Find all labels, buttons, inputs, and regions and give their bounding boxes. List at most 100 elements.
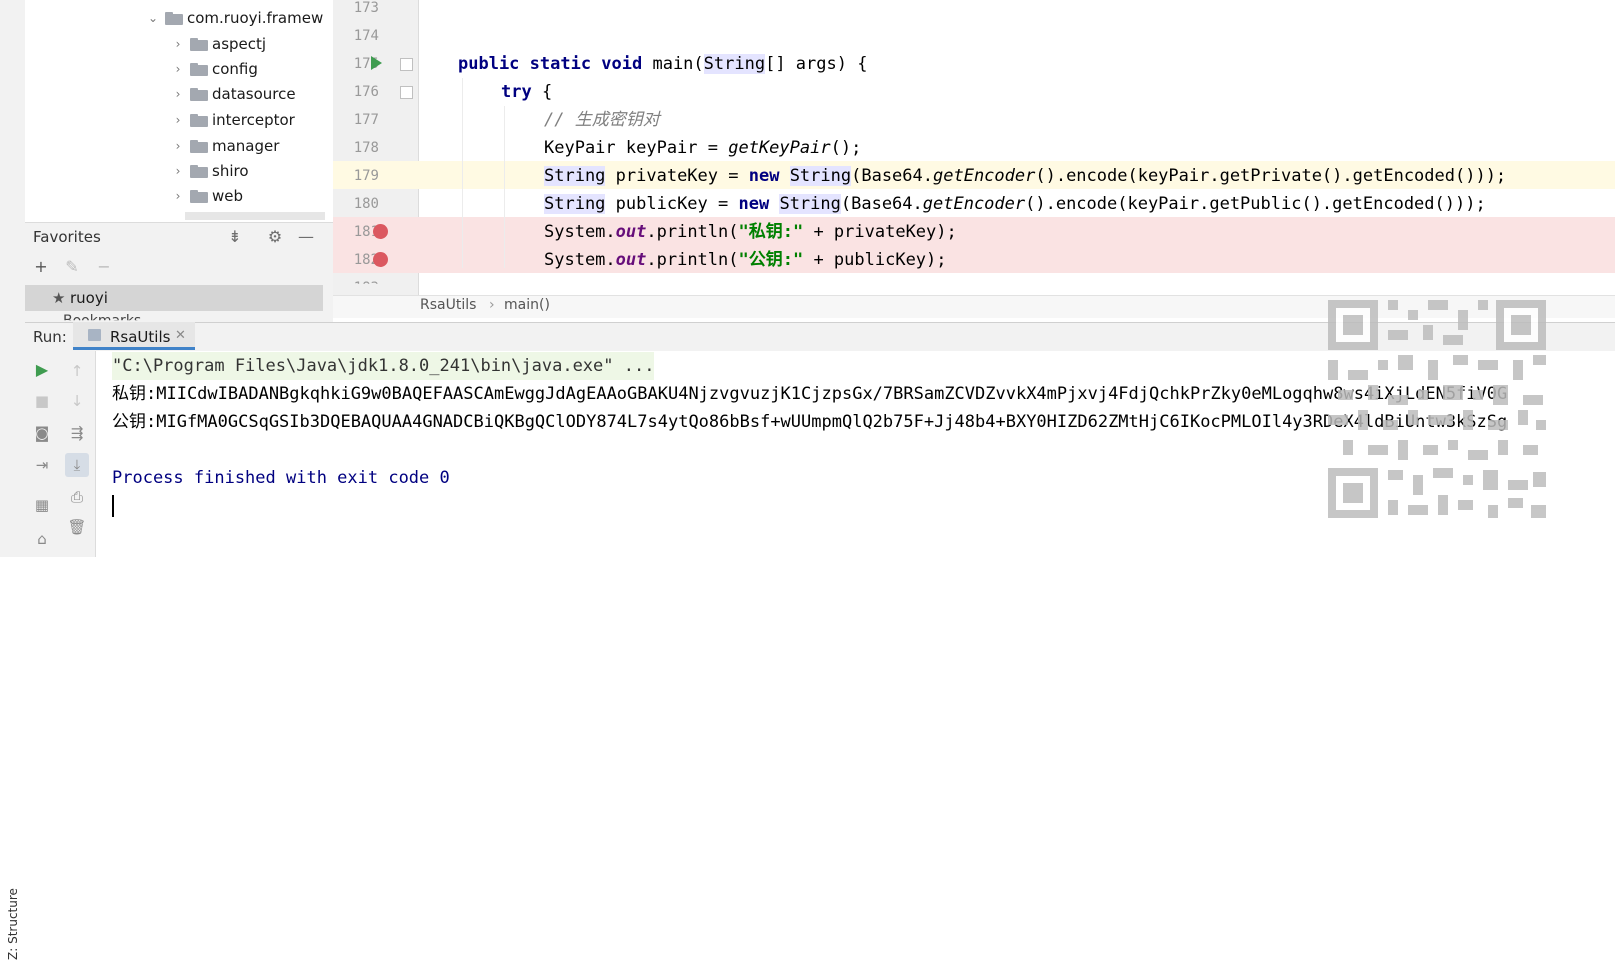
code-token: .println( [646, 222, 739, 242]
code-line-181: System.out.println("私钥:" + privateKey); [544, 218, 957, 246]
tree-item-label: com.ruoyi.framew [187, 9, 324, 27]
tree-item-interceptor[interactable]: › interceptor [170, 108, 295, 132]
code-token: System. [544, 222, 616, 242]
folder-icon [190, 87, 208, 101]
remove-icon[interactable]: − [93, 255, 115, 277]
code-token: out [615, 222, 647, 242]
console-icon [88, 329, 101, 341]
chevron-right-icon[interactable]: › [170, 138, 186, 154]
tree-item-config[interactable]: › config [170, 57, 258, 81]
stop-icon[interactable]: ■ [30, 389, 54, 413]
console-private-key: 私钥:MIICdwIBADANBgkqhkiG9w0BAQEFAASCAmEwg… [112, 384, 1508, 404]
tree-item-label: manager [212, 137, 280, 155]
edit-icon[interactable]: ✎ [61, 255, 83, 277]
code-token: try [501, 82, 532, 102]
camera-icon[interactable]: ◙ [30, 421, 54, 445]
breadcrumb-class[interactable]: RsaUtils [420, 297, 476, 313]
run-arrow-icon[interactable] [371, 56, 382, 70]
tree-item-package[interactable]: ⌄ com.ruoyi.framew [145, 6, 323, 30]
chevron-right-icon[interactable]: › [170, 163, 186, 179]
breadcrumb-method[interactable]: main() [504, 297, 550, 313]
code-token: KeyPair keyPair = [544, 138, 729, 158]
structure-tool-tab[interactable]: Z: Structure [0, 440, 25, 960]
layout-icon[interactable]: ▦ [30, 493, 54, 517]
code-token: getKeyPair [728, 138, 831, 158]
run-window-label: Run: [33, 328, 67, 346]
code-line-182: System.out.println("公钥:" + publicKey); [544, 246, 947, 274]
soft-wrap-icon[interactable]: ⇶ [65, 421, 89, 445]
qr-code-watermark [1328, 300, 1546, 518]
favorites-title: Favorites [33, 228, 101, 246]
text-caret [112, 495, 114, 517]
line-number: 180 [353, 196, 379, 212]
arrow-up-icon[interactable]: ↑ [65, 359, 89, 383]
code-token: new [738, 194, 770, 214]
code-token: ().encode(keyPair.getPrivate().getEncode… [1035, 166, 1507, 186]
arrow-down-icon[interactable]: ↓ [65, 389, 89, 413]
code-token: ().encode(keyPair.getPublic().getEncoded… [1025, 194, 1486, 214]
line-number: 173 [353, 0, 379, 16]
code-token: out [615, 250, 647, 270]
print-icon[interactable]: ⎙ [65, 485, 89, 509]
tree-item-web[interactable]: › web [170, 184, 243, 208]
restore-layout-icon[interactable]: ⇥ [30, 453, 54, 477]
run-toolbar-primary: ▶ ■ ◙ ⇥ ▦ ⌂ [25, 351, 61, 557]
tree-item-label: interceptor [212, 111, 295, 129]
folder-icon [190, 62, 208, 76]
folder-icon [190, 189, 208, 203]
fold-marker-icon[interactable] [400, 58, 413, 71]
breakpoint-icon[interactable] [373, 252, 388, 267]
tree-item-label: web [212, 187, 244, 205]
tree-item-shiro[interactable]: › shiro [170, 159, 249, 183]
tree-item-datasource[interactable]: › datasource [170, 82, 296, 106]
line-number: 178 [353, 140, 379, 156]
chevron-right-icon[interactable]: › [170, 36, 186, 52]
folder-icon [190, 164, 208, 178]
code-token: System. [544, 250, 616, 270]
scroll-to-end-icon[interactable]: ⤓ [65, 453, 89, 477]
tree-item-aspectj[interactable]: › aspectj [170, 32, 266, 56]
code-token: + privateKey); [803, 222, 957, 242]
indent-guide [462, 78, 463, 268]
code-line-178: KeyPair keyPair = getKeyPair(); [544, 134, 861, 162]
folder-icon [190, 139, 208, 153]
chevron-right-icon[interactable]: › [170, 86, 186, 102]
tree-item-label: datasource [212, 85, 296, 103]
pin-icon[interactable]: ⌂ [30, 527, 54, 551]
fold-marker-icon[interactable] [400, 86, 413, 99]
project-tree: ⌄ com.ruoyi.framew › aspectj › config › … [25, 0, 333, 222]
code-token: String [544, 166, 606, 186]
code-string: "公钥:" [738, 250, 804, 270]
line-number: 177 [353, 112, 379, 128]
rerun-icon[interactable]: ▶ [30, 357, 54, 381]
star-icon: ★ [52, 289, 66, 307]
add-icon[interactable]: + [30, 255, 52, 277]
code-token: new [748, 166, 780, 186]
code-token: (Base64. [840, 194, 923, 214]
collapse-all-icon[interactable]: ⇟ [224, 225, 246, 247]
code-token: publicKey = [605, 194, 739, 214]
chevron-right-icon[interactable]: › [170, 188, 186, 204]
chevron-right-icon[interactable]: › [170, 61, 186, 77]
code-token: String [703, 54, 766, 74]
chevron-right-icon[interactable]: › [170, 112, 186, 128]
close-icon[interactable]: ✕ [175, 328, 186, 343]
trash-icon[interactable]: 🗑 [65, 515, 89, 539]
gear-icon[interactable]: ⚙ [264, 225, 286, 247]
folder-icon [190, 113, 208, 127]
tree-item-label: config [212, 60, 258, 78]
code-token: String [544, 194, 606, 214]
tree-item-label: aspectj [212, 35, 267, 53]
package-folder-icon [165, 11, 183, 25]
minimize-icon[interactable]: — [295, 225, 317, 247]
code-token: main( [642, 54, 704, 74]
code-line-179: String privateKey = new String(Base64.ge… [544, 162, 1506, 190]
console-exit-message: Process finished with exit code 0 [112, 468, 450, 488]
tree-horizontal-scrollbar[interactable] [185, 212, 325, 220]
tree-item-manager[interactable]: › manager [170, 134, 280, 158]
chevron-down-icon[interactable]: ⌄ [145, 10, 161, 26]
breakpoint-icon[interactable] [373, 224, 388, 239]
code-token: .println( [646, 250, 739, 270]
